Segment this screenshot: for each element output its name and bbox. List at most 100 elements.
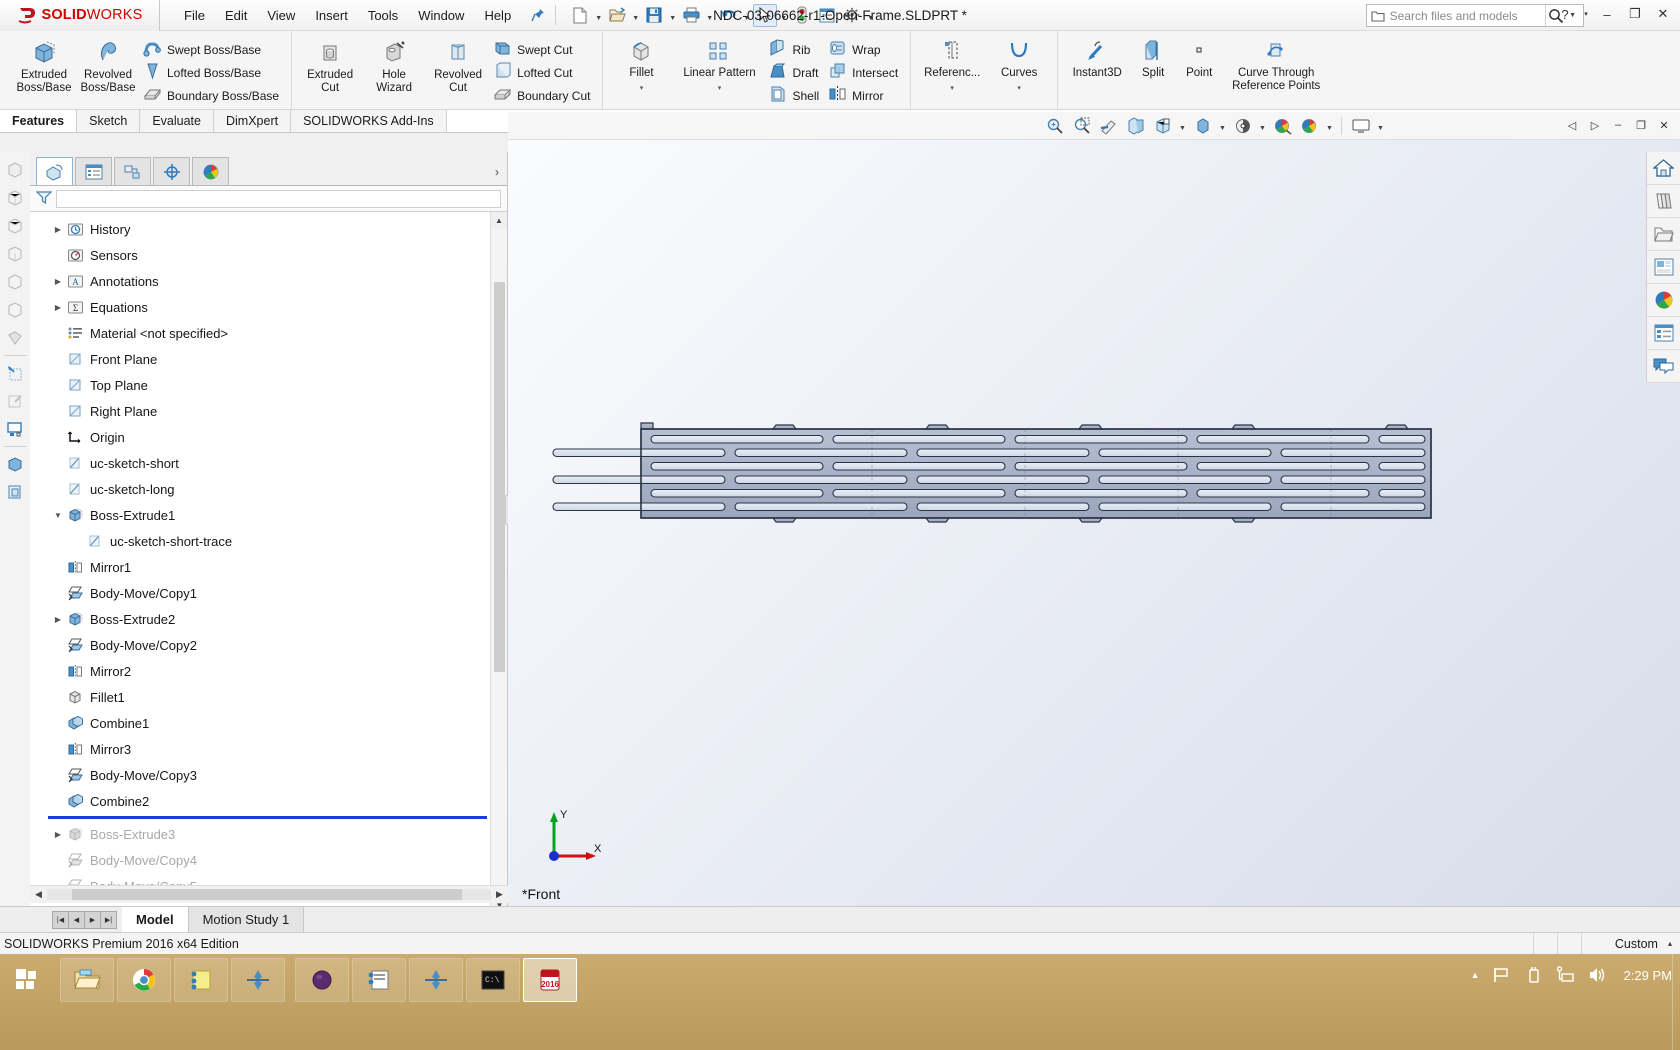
property-manager-tab[interactable] bbox=[75, 157, 112, 185]
configuration-manager-tab[interactable] bbox=[114, 157, 151, 185]
rib-button[interactable]: Rib bbox=[765, 38, 825, 61]
feature-tree-item[interactable]: ▶ A Annotations bbox=[30, 268, 507, 294]
taskbar-file-explorer[interactable] bbox=[60, 958, 114, 1002]
save-icon[interactable] bbox=[642, 4, 666, 27]
battery-icon[interactable] bbox=[1522, 964, 1544, 986]
taskbar-clock[interactable]: 2:29 PM bbox=[1624, 968, 1672, 983]
minimize-button[interactable]: – bbox=[1594, 3, 1620, 25]
revolved-boss-base-button[interactable]: Revolved Boss/Base bbox=[76, 35, 140, 96]
forum-icon[interactable] bbox=[1647, 350, 1680, 383]
search-input[interactable] bbox=[1385, 8, 1545, 23]
bottom-tab-motion-study[interactable]: Motion Study 1 bbox=[188, 906, 305, 933]
expand-arrow-icon[interactable]: ▶ bbox=[50, 277, 66, 286]
close-button[interactable]: ✕ bbox=[1650, 3, 1676, 25]
reference-geometry-button[interactable]: Referenc... bbox=[917, 35, 987, 81]
units-caret[interactable]: ▴ bbox=[1668, 939, 1680, 948]
print-icon[interactable] bbox=[679, 4, 703, 27]
view-top-rail-icon[interactable] bbox=[2, 212, 28, 240]
intersect-button[interactable]: Intersect bbox=[825, 61, 904, 84]
taskbar-pdm[interactable] bbox=[352, 958, 406, 1002]
panel-expand-arrow[interactable]: › bbox=[495, 165, 499, 179]
solid-bodies-rail-icon[interactable] bbox=[2, 450, 28, 478]
curves-caret[interactable]: ▾ bbox=[987, 84, 1051, 92]
dimxpert-manager-tab[interactable] bbox=[153, 157, 190, 185]
show-hidden-icons-icon[interactable]: ▲ bbox=[1471, 970, 1480, 980]
menu-help[interactable]: Help bbox=[474, 4, 521, 27]
nav-first-button[interactable]: |◀ bbox=[52, 910, 69, 929]
rebuild-icon[interactable] bbox=[790, 4, 814, 27]
action-center-flag-icon[interactable] bbox=[1490, 964, 1512, 986]
bottom-tab-model[interactable]: Model bbox=[122, 906, 189, 933]
view-back-rail-icon[interactable] bbox=[2, 268, 28, 296]
display-manager-tab[interactable] bbox=[192, 157, 229, 185]
expand-arrow-icon[interactable]: ▶ bbox=[50, 225, 66, 234]
hscroll-right-arrow[interactable]: ▶ bbox=[491, 889, 508, 900]
feature-tree-item[interactable]: ▶ History bbox=[30, 216, 507, 242]
shell-button[interactable]: Shell bbox=[765, 84, 825, 107]
boundary-cut-button[interactable]: Boundary Cut bbox=[490, 84, 596, 107]
feature-tree-item[interactable]: Mirror3 bbox=[30, 736, 507, 762]
options-list-icon[interactable] bbox=[815, 4, 839, 27]
taskbar-terminal[interactable]: C:\ bbox=[466, 958, 520, 1002]
edit-sketch-rail-icon[interactable] bbox=[2, 387, 28, 415]
feature-filter-input[interactable] bbox=[56, 189, 501, 208]
rollback-bar[interactable] bbox=[48, 816, 487, 819]
windows-start-icon[interactable] bbox=[6, 960, 48, 1000]
surface-bodies-rail-icon[interactable] bbox=[2, 478, 28, 506]
expand-arrow-icon[interactable]: ▶ bbox=[50, 303, 66, 312]
hscroll-left-arrow[interactable]: ◀ bbox=[30, 889, 47, 900]
taskbar-edrawings2[interactable] bbox=[409, 958, 463, 1002]
new-sketch-rail-icon[interactable] bbox=[2, 359, 28, 387]
tab-evaluate[interactable]: Evaluate bbox=[140, 110, 214, 132]
feature-tree-item[interactable]: Combine1 bbox=[30, 710, 507, 736]
taskbar-chrome[interactable] bbox=[117, 958, 171, 1002]
feature-tree-horizontal-scrollbar[interactable]: ◀ ▶ bbox=[30, 885, 508, 903]
feature-tree-item[interactable]: Material <not specified> bbox=[30, 320, 507, 346]
feature-tree-item[interactable]: Sensors bbox=[30, 242, 507, 268]
extruded-boss-base-button[interactable]: Extruded Boss/Base bbox=[12, 35, 76, 96]
appearances-icon[interactable] bbox=[1647, 284, 1680, 317]
shaded-rail-icon[interactable] bbox=[2, 324, 28, 352]
show-desktop-button[interactable] bbox=[1672, 954, 1680, 1050]
pin-icon[interactable] bbox=[527, 4, 549, 26]
settings-gear-icon[interactable] bbox=[840, 4, 864, 27]
help-button[interactable]: ? bbox=[1552, 3, 1578, 25]
feature-tree-item[interactable]: Top Plane bbox=[30, 372, 507, 398]
volume-icon[interactable] bbox=[1586, 964, 1608, 986]
view-bottom-rail-icon[interactable] bbox=[2, 296, 28, 324]
file-explorer-icon[interactable] bbox=[1647, 218, 1680, 251]
tab-features[interactable]: Features bbox=[0, 110, 78, 132]
model-3d-view[interactable] bbox=[508, 112, 1680, 914]
extruded-cut-button[interactable]: Extruded Cut bbox=[298, 35, 362, 96]
feature-tree-item[interactable]: uc-sketch-short bbox=[30, 450, 507, 476]
feature-tree-item[interactable]: uc-sketch-short-trace bbox=[30, 528, 507, 554]
view-front-rail-icon[interactable] bbox=[2, 156, 28, 184]
feature-tree-item[interactable]: ▶ Boss-Extrude2 bbox=[30, 606, 507, 632]
curves-button[interactable]: Curves bbox=[987, 35, 1051, 81]
menu-file[interactable]: File bbox=[174, 4, 215, 27]
draft-button[interactable]: Draft bbox=[765, 61, 825, 84]
feature-tree-item[interactable]: Body-Move/Copy2 bbox=[30, 632, 507, 658]
library-icon[interactable] bbox=[1647, 185, 1680, 218]
view-palette-icon[interactable] bbox=[1647, 251, 1680, 284]
network-icon[interactable] bbox=[1554, 964, 1576, 986]
restore-button[interactable]: ❐ bbox=[1622, 3, 1648, 25]
menu-edit[interactable]: Edit bbox=[215, 4, 257, 27]
tab-solidworks-addins[interactable]: SOLIDWORKS Add-Ins bbox=[291, 110, 447, 132]
tab-dimxpert[interactable]: DimXpert bbox=[213, 110, 292, 132]
menu-tools[interactable]: Tools bbox=[358, 4, 408, 27]
feature-tree-item[interactable]: ▶ Σ Equations bbox=[30, 294, 507, 320]
taskbar-edrawings[interactable] bbox=[231, 958, 285, 1002]
feature-tree-item[interactable]: Right Plane bbox=[30, 398, 507, 424]
feature-tree-item[interactable]: Body-Move/Copy1 bbox=[30, 580, 507, 606]
menu-insert[interactable]: Insert bbox=[305, 4, 358, 27]
feature-tree-item[interactable]: ▶ Boss-Extrude3 bbox=[30, 821, 507, 847]
settings-caret[interactable]: ▼ bbox=[865, 4, 876, 27]
linear-pattern-dropdown-caret[interactable]: ▾ bbox=[673, 84, 765, 92]
hscroll-thumb[interactable] bbox=[72, 889, 462, 900]
feature-tree-item[interactable]: Body-Move/Copy4 bbox=[30, 847, 507, 873]
nav-prev-button[interactable]: ◀ bbox=[68, 910, 85, 929]
expand-arrow-icon[interactable]: ▶ bbox=[50, 830, 66, 839]
fillet-button[interactable]: Fillet bbox=[609, 35, 673, 81]
linear-pattern-button[interactable]: Linear Pattern bbox=[673, 35, 765, 81]
